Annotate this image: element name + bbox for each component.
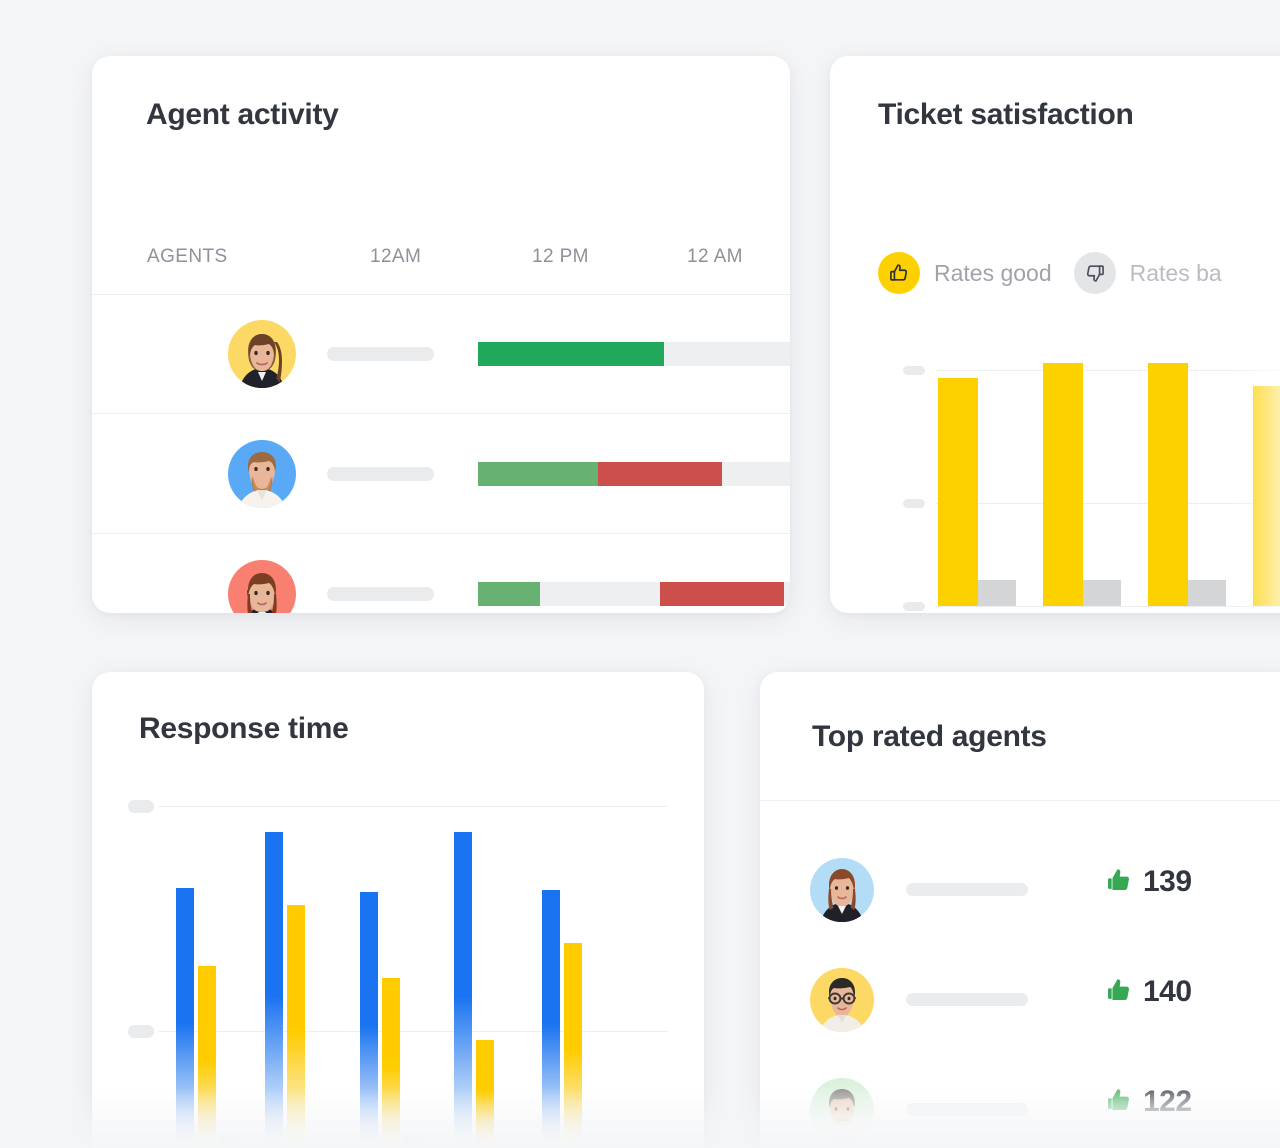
axis-baseline bbox=[936, 606, 1280, 607]
column-header-agents: AGENTS bbox=[147, 246, 228, 267]
y-axis-tick-placeholder bbox=[128, 800, 154, 813]
bar-rates-bad[interactable] bbox=[1188, 580, 1226, 606]
bar-resolution[interactable] bbox=[476, 1040, 494, 1148]
agent-name-placeholder bbox=[906, 993, 1028, 1006]
agent-name-placeholder bbox=[327, 347, 434, 361]
rating-score: 139 bbox=[1105, 865, 1192, 899]
column-header-time-2: 12 PM bbox=[532, 246, 589, 267]
response-time-chart bbox=[128, 798, 668, 1148]
page-title-top-rated-agents: Top rated agents bbox=[812, 720, 1047, 753]
activity-timeline-track[interactable] bbox=[478, 582, 790, 606]
thumbs-up-icon bbox=[1105, 1086, 1133, 1119]
timeline-segment bbox=[478, 462, 599, 486]
rating-score: 140 bbox=[1105, 975, 1192, 1009]
avatar bbox=[810, 968, 874, 1032]
bar-rates-good[interactable] bbox=[1043, 363, 1083, 606]
bar-rates-good[interactable] bbox=[1148, 363, 1188, 606]
ticket-satisfaction-title-zone: Ticket satisfaction bbox=[830, 56, 1280, 132]
agent-name-placeholder bbox=[906, 1103, 1028, 1116]
agent-name-placeholder bbox=[906, 883, 1028, 896]
legend-label-rates-good: Rates good bbox=[934, 259, 1052, 286]
rating-count: 139 bbox=[1143, 865, 1192, 898]
page-title-ticket-satisfaction: Ticket satisfaction bbox=[878, 98, 1134, 131]
bar-first-reply[interactable] bbox=[176, 888, 194, 1148]
gridline bbox=[158, 806, 668, 807]
bar-resolution[interactable] bbox=[287, 905, 305, 1148]
list-item[interactable]: 139 bbox=[760, 837, 1280, 947]
agent-activity-title-zone: Agent activity bbox=[92, 56, 790, 132]
avatar bbox=[228, 440, 296, 508]
rating-count: 140 bbox=[1143, 975, 1192, 1008]
agent-activity-column-headers: AGENTS 12AM 12 PM 12 AM bbox=[92, 246, 790, 292]
gridline bbox=[158, 1031, 668, 1032]
response-time-title-zone: Response time bbox=[92, 672, 704, 746]
ticket-satisfaction-chart bbox=[878, 348, 1280, 613]
gridline bbox=[936, 370, 1280, 371]
dashboard-stage: Agent activity AGENTS 12AM 12 PM 12 AM T… bbox=[0, 0, 1280, 1148]
ticket-satisfaction-card: Ticket satisfaction Rates good Rates ba bbox=[830, 56, 1280, 613]
y-axis-tick-placeholder bbox=[128, 1025, 154, 1038]
bar-resolution[interactable] bbox=[382, 978, 400, 1148]
bar-first-reply[interactable] bbox=[454, 832, 472, 1148]
timeline-segment bbox=[478, 342, 664, 366]
bar-rates-good[interactable] bbox=[938, 378, 978, 606]
timeline-segment bbox=[598, 462, 722, 486]
gridline bbox=[936, 503, 1280, 504]
column-header-time-3: 12 AM bbox=[687, 246, 743, 267]
y-axis-tick-placeholder bbox=[903, 602, 925, 611]
page-title-agent-activity: Agent activity bbox=[146, 98, 339, 131]
avatar bbox=[810, 858, 874, 922]
bar-rates-bad[interactable] bbox=[1083, 580, 1121, 606]
bar-resolution[interactable] bbox=[198, 966, 216, 1148]
table-row[interactable] bbox=[92, 414, 790, 534]
top-rated-title-zone: Top rated agents bbox=[760, 672, 1280, 754]
legend-label-rates-bad: Rates ba bbox=[1129, 259, 1222, 286]
rating-count: 122 bbox=[1143, 1085, 1192, 1118]
legend-item-rates-bad[interactable]: Rates ba bbox=[1073, 252, 1222, 294]
header-divider bbox=[760, 800, 1280, 801]
bar-first-reply[interactable] bbox=[542, 890, 560, 1148]
rating-score: 122 bbox=[1105, 1085, 1192, 1119]
y-axis-tick-placeholder bbox=[903, 366, 925, 375]
list-item[interactable]: 140 bbox=[760, 947, 1280, 1057]
x-axis-tick-placeholder bbox=[218, 1136, 242, 1146]
timeline-segment bbox=[478, 582, 540, 606]
avatar bbox=[228, 560, 296, 613]
bar-resolution[interactable] bbox=[564, 943, 582, 1148]
bar-rates-good[interactable] bbox=[1253, 386, 1280, 606]
activity-timeline-track[interactable] bbox=[478, 342, 790, 366]
agent-name-placeholder bbox=[327, 467, 434, 481]
thumbs-up-icon bbox=[1105, 866, 1133, 899]
thumbs-up-icon bbox=[1105, 976, 1133, 1009]
list-item[interactable]: 122 bbox=[760, 1057, 1280, 1148]
avatar bbox=[228, 320, 296, 388]
column-header-time-1: 12AM bbox=[370, 246, 422, 267]
page-title-response-time: Response time bbox=[139, 712, 349, 745]
thumbs-down-icon bbox=[1073, 252, 1116, 294]
bar-rates-bad[interactable] bbox=[978, 580, 1016, 606]
x-axis-tick-placeholder bbox=[402, 1136, 426, 1146]
table-row[interactable] bbox=[92, 534, 790, 613]
activity-timeline-track[interactable] bbox=[478, 462, 790, 486]
thumbs-up-icon bbox=[878, 252, 920, 294]
table-row[interactable] bbox=[92, 294, 790, 414]
y-axis-tick-placeholder bbox=[903, 499, 925, 508]
agent-name-placeholder bbox=[327, 587, 434, 601]
top-rated-agents-card: Top rated agents 139 140 122 bbox=[760, 672, 1280, 1148]
timeline-segment bbox=[660, 582, 784, 606]
agent-activity-card: Agent activity AGENTS 12AM 12 PM 12 AM bbox=[92, 56, 790, 613]
avatar bbox=[810, 1078, 874, 1142]
bar-first-reply[interactable] bbox=[265, 832, 283, 1148]
bar-first-reply[interactable] bbox=[360, 892, 378, 1148]
legend-item-rates-good[interactable]: Rates good bbox=[878, 252, 1052, 294]
ticket-satisfaction-legend: Rates good Rates ba bbox=[878, 252, 1222, 294]
